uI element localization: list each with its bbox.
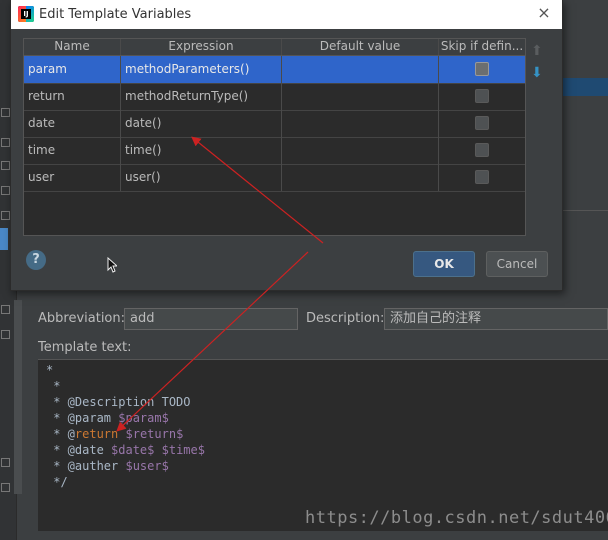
cell-expression[interactable]: methodReturnType() [121, 83, 282, 110]
cell-expression[interactable]: user() [121, 164, 282, 191]
arrow-up-icon[interactable]: ⬆ [531, 43, 543, 59]
skip-checkbox[interactable] [475, 170, 489, 184]
template-text-label: Template text: [38, 340, 132, 355]
file-icon [1, 186, 10, 195]
help-button[interactable]: ? [26, 250, 46, 270]
selected-tree-item-marker [0, 228, 8, 250]
file-icon [1, 458, 10, 467]
skip-checkbox[interactable] [475, 116, 489, 130]
cell-name[interactable]: param [24, 56, 121, 83]
cell-name[interactable]: time [24, 137, 121, 164]
description-label: Description: [306, 311, 385, 326]
dialog-titlebar: IJ Edit Template Variables × [11, 0, 562, 29]
cell-skip [439, 56, 525, 83]
cell-skip [439, 110, 525, 137]
table-row[interactable]: user user() [24, 164, 525, 192]
file-icon [1, 483, 10, 492]
file-icon [1, 211, 10, 220]
editor-line: * @auther $user$ [46, 459, 169, 473]
abbreviation-label: Abbreviation: [38, 311, 126, 326]
tree-scrollbar[interactable] [14, 300, 22, 494]
cell-expression[interactable]: methodParameters() [121, 56, 282, 83]
skip-checkbox[interactable] [475, 89, 489, 103]
table-header: Name Expression Default value Skip if de… [24, 39, 525, 56]
arrow-down-icon[interactable]: ⬇ [531, 65, 543, 81]
file-icon [1, 138, 10, 147]
intellij-idea-icon: IJ [18, 6, 34, 22]
description-input[interactable]: 添加自己的注释 [384, 308, 608, 330]
cell-skip [439, 83, 525, 110]
editor-line: */ [46, 475, 68, 489]
table-row[interactable]: param methodParameters() [24, 56, 525, 84]
column-header-default-value[interactable]: Default value [282, 39, 439, 55]
close-icon[interactable]: × [534, 3, 554, 23]
cell-expression[interactable]: time() [121, 137, 282, 164]
cell-default[interactable] [282, 110, 439, 137]
ok-button[interactable]: OK [413, 251, 475, 277]
editor-line: * @return $return$ [46, 427, 184, 441]
table-row[interactable]: time time() [24, 137, 525, 165]
variables-table: Name Expression Default value Skip if de… [23, 38, 526, 236]
cancel-button[interactable]: Cancel [486, 251, 548, 277]
cell-default[interactable] [282, 56, 439, 83]
skip-checkbox[interactable] [475, 62, 489, 76]
cell-expression[interactable]: date() [121, 110, 282, 137]
cell-name[interactable]: return [24, 83, 121, 110]
editor-line: * @Description TODO [46, 395, 191, 409]
cell-default[interactable] [282, 164, 439, 191]
edit-template-variables-dialog: IJ Edit Template Variables × Name Expres… [10, 0, 563, 291]
editor-line: * [46, 363, 54, 377]
background-selection [561, 78, 608, 96]
watermark: https://blog.csdn.net/sdut406 [305, 508, 608, 528]
skip-checkbox[interactable] [475, 143, 489, 157]
file-icon [1, 330, 10, 339]
editor-line: * @param $param$ [46, 411, 169, 425]
mouse-pointer-icon [107, 257, 117, 273]
column-header-skip[interactable]: Skip if defin... [439, 39, 525, 55]
editor-line: * @date $date$ $time$ [46, 443, 205, 457]
abbreviation-input[interactable]: add [124, 308, 298, 330]
file-icon [1, 305, 10, 314]
cell-skip [439, 137, 525, 164]
file-icon [1, 108, 10, 117]
cell-name[interactable]: date [24, 110, 121, 137]
file-icon [1, 161, 10, 170]
column-header-expression[interactable]: Expression [121, 39, 282, 55]
cell-name[interactable]: user [24, 164, 121, 191]
dialog-title: Edit Template Variables [39, 7, 192, 22]
background-divider [561, 210, 608, 211]
editor-line: * [46, 379, 61, 393]
template-text-editor[interactable]: * * * @Description TODO * @param $param$… [38, 359, 608, 531]
cell-skip [439, 164, 525, 191]
column-header-name[interactable]: Name [24, 39, 121, 55]
table-row[interactable]: return methodReturnType() [24, 83, 525, 111]
cell-default[interactable] [282, 137, 439, 164]
table-row[interactable]: date date() [24, 110, 525, 138]
cell-default[interactable] [282, 83, 439, 110]
